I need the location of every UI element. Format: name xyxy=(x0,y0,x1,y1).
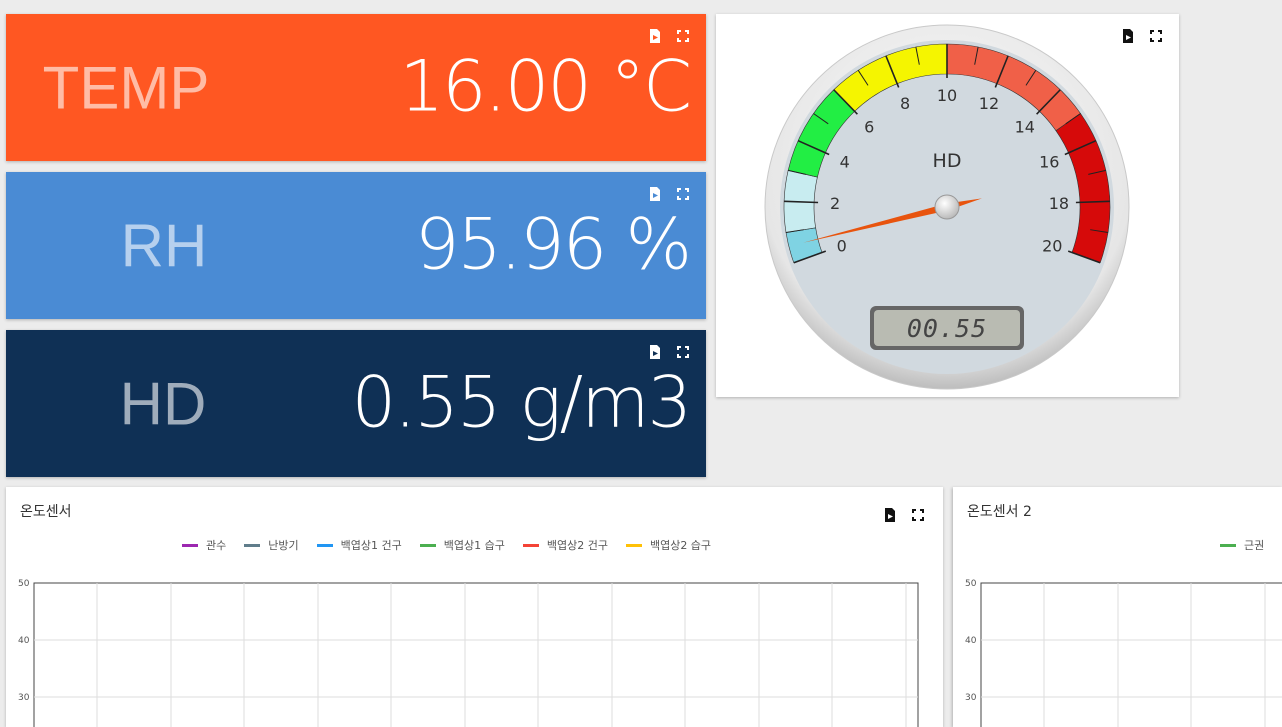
gauge-tick-label: 2 xyxy=(830,194,840,213)
chart-plot-area: 50 40 30 xyxy=(18,579,919,727)
gauge-needle-cap xyxy=(934,194,960,220)
chart-grid xyxy=(33,582,919,727)
rh-card-tools xyxy=(648,186,690,201)
y-tick-label: 50 xyxy=(18,579,30,589)
hd-card-tools xyxy=(648,344,690,359)
hd-label: HD xyxy=(119,370,207,437)
gauge-tick-label: 14 xyxy=(1015,117,1035,136)
temp-sensor-chart-card: 온도센서 관수 난방기 백엽상1 건구 백엽상1 습구 백엽상2 건구 백엽상2… xyxy=(6,487,943,727)
chart-plot-area: 50 40 30 xyxy=(965,579,1282,727)
rh-card: RH 95.96 % xyxy=(6,172,706,319)
temp-value: 16.00 °C xyxy=(399,44,692,127)
gauge-readout: 00.55 xyxy=(870,306,1024,350)
gauge-tick-label: 4 xyxy=(840,152,850,171)
y-tick-label: 30 xyxy=(18,693,30,703)
hd-gauge: 0 2 46 8 10 12 1416 18 20 HD 00.55 xyxy=(764,24,1130,390)
gauge-readout-value: 00.55 xyxy=(907,314,987,343)
temp-card-tools xyxy=(648,28,690,43)
hd-card: HD 0.55 g/m3 xyxy=(6,330,706,477)
gauge-tick-label: 8 xyxy=(900,94,910,113)
plot-border xyxy=(33,582,919,727)
gauge-tick-label: 18 xyxy=(1049,194,1069,213)
gauge-tick-label: 20 xyxy=(1042,236,1062,255)
gauge-tick-label: 10 xyxy=(937,86,957,105)
fullscreen-icon[interactable] xyxy=(676,28,690,42)
export-icon[interactable] xyxy=(648,344,662,359)
temp-label: TEMP xyxy=(42,54,210,121)
temp-card: TEMP 16.00 °C xyxy=(6,14,706,161)
y-tick-label: 40 xyxy=(965,636,977,646)
y-tick-label: 30 xyxy=(965,693,977,703)
fullscreen-icon[interactable] xyxy=(676,344,690,358)
fullscreen-icon[interactable] xyxy=(676,186,690,200)
gauge-title: HD xyxy=(933,150,962,172)
export-icon[interactable] xyxy=(648,28,662,43)
gauge-card: 0 2 4 6 8 10 12 14 16 18 20 HD 00.55 xyxy=(716,14,1179,397)
gauge-tick-label: 6 xyxy=(864,117,874,136)
y-tick-label: 50 xyxy=(965,579,977,589)
rh-value: 95.96 % xyxy=(414,202,692,285)
gauge-tick-label: 12 xyxy=(979,94,999,113)
plot-border xyxy=(980,582,1282,727)
chart-grid xyxy=(980,582,1282,727)
hd-value: 0.55 g/m3 xyxy=(351,360,692,443)
gauge-tick-label: 16 xyxy=(1039,152,1059,171)
temp-sensor-2-chart-card: 온도센서 2 근권 50 40 30 xyxy=(953,487,1282,727)
export-icon[interactable] xyxy=(648,186,662,201)
gauge-tick-label: 0 xyxy=(837,236,847,255)
y-tick-label: 40 xyxy=(18,636,30,646)
rh-label: RH xyxy=(120,212,208,279)
